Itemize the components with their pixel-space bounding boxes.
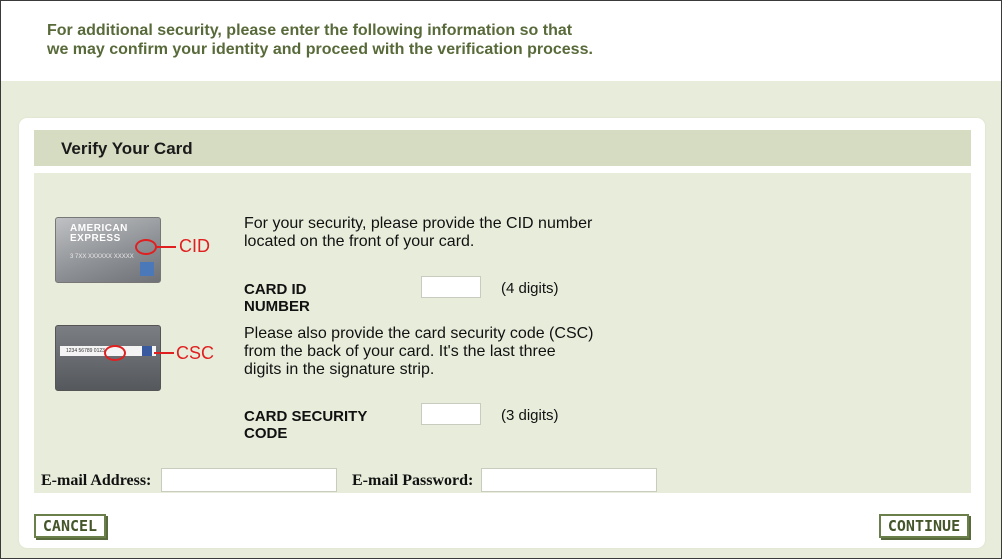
- csc-callout-label: CSC: [176, 343, 215, 363]
- signature-strip-text: 1234 56789 0123: [66, 348, 105, 354]
- email-password-input[interactable]: [481, 468, 657, 492]
- panel-header: Verify Your Card: [34, 130, 971, 166]
- intro-line-1: For additional security, please enter th…: [47, 22, 573, 39]
- cid-instructions-line-1: For your security, please provide the CI…: [244, 215, 593, 232]
- card-security-code-hint: (3 digits): [501, 407, 559, 424]
- card-security-code-input[interactable]: [421, 403, 481, 425]
- csc-highlight-circle: [104, 345, 126, 361]
- amex-brand-text: AMERICAN EXPRESS: [70, 224, 128, 244]
- cid-callout-label: CID: [179, 236, 210, 256]
- panel-body: AMERICAN EXPRESS 3 7XX XXXXXX XXXXX CID …: [34, 173, 971, 493]
- email-password-label: E-mail Password:: [352, 472, 474, 489]
- card-back-logo-icon: [142, 346, 152, 356]
- csc-callout-line: [154, 352, 174, 354]
- intro-banner: For additional security, please enter th…: [1, 1, 1001, 81]
- csc-instructions: Please also provide the card security co…: [244, 325, 594, 379]
- cid-callout-line: [156, 246, 176, 248]
- csc-label-line-1: CARD SECURITY: [244, 408, 368, 425]
- amex-logo-icon: [140, 262, 154, 276]
- verify-card-panel: Verify Your Card AMERICAN EXPRESS 3 7XX …: [19, 118, 985, 548]
- amex-brand-line-2: EXPRESS: [70, 233, 121, 244]
- cid-instructions-line-2: located on the front of your card.: [244, 233, 475, 250]
- cancel-button[interactable]: CANCEL: [34, 514, 106, 538]
- csc-instructions-line-2: from the back of your card. It's the las…: [244, 343, 556, 360]
- email-address-input[interactable]: [161, 468, 337, 492]
- email-address-label: E-mail Address:: [41, 472, 152, 489]
- csc-instructions-line-1: Please also provide the card security co…: [244, 325, 594, 342]
- cid-instructions: For your security, please provide the CI…: [244, 215, 592, 251]
- card-id-hint: (4 digits): [501, 280, 559, 297]
- cid-highlight-circle: [135, 239, 157, 255]
- intro-line-2: we may confirm your identity and proceed…: [47, 41, 593, 58]
- page-frame: For additional security, please enter th…: [0, 0, 1002, 559]
- card-id-label: CARD ID NUMBER: [244, 281, 310, 315]
- card-id-label-line-1: CARD ID: [244, 281, 307, 298]
- intro-text: For additional security, please enter th…: [47, 21, 747, 59]
- card-id-label-line-2: NUMBER: [244, 298, 310, 315]
- csc-instructions-line-3: digits in the signature strip.: [244, 361, 435, 378]
- csc-label-line-2: CODE: [244, 425, 288, 442]
- card-id-input[interactable]: [421, 276, 481, 298]
- continue-button[interactable]: CONTINUE: [879, 514, 969, 538]
- card-security-code-label: CARD SECURITY CODE: [244, 408, 367, 442]
- panel-title: Verify Your Card: [61, 139, 193, 158]
- card-number-placeholder: 3 7XX XXXXXX XXXXX: [70, 254, 134, 260]
